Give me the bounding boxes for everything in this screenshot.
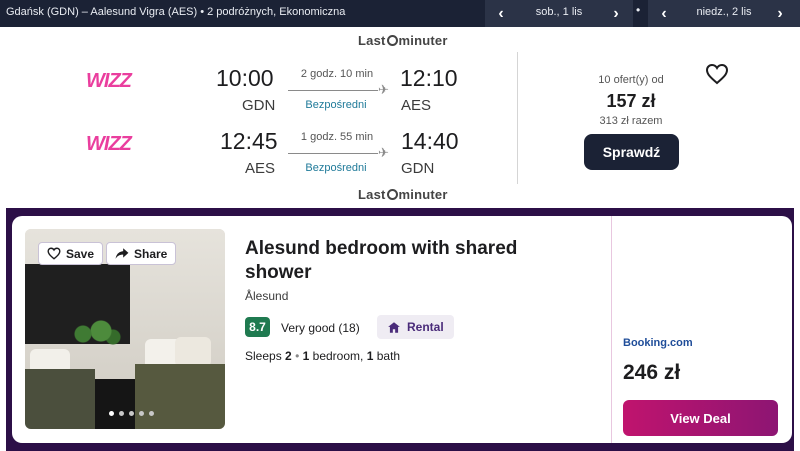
- house-icon: [388, 321, 400, 333]
- wizz-air-logo: WIZZ: [86, 70, 132, 92]
- inbound-route-line: [288, 153, 378, 154]
- flight-result-card[interactable]: Last minuter WIZZ 10:00 GDN 2 godz. 10 mi…: [0, 27, 800, 208]
- depart-prev-icon[interactable]: ‹: [487, 0, 515, 27]
- room-details: Sleeps 2 • 1 bedroom, 1 bath: [245, 349, 401, 363]
- route-summary[interactable]: Gdańsk (GDN) – Aalesund Vigra (AES) • 2 …: [6, 6, 345, 18]
- outbound-departure-time: 10:00: [216, 65, 274, 91]
- depart-date[interactable]: sob., 1 lis: [515, 6, 603, 18]
- heart-icon: [47, 247, 61, 260]
- search-summary-bar: Gdańsk (GDN) – Aalesund Vigra (AES) • 2 …: [0, 0, 800, 27]
- share-button[interactable]: Share: [106, 242, 177, 265]
- provider-logo: Booking.com: [623, 337, 693, 349]
- wizz-air-logo: WIZZ: [86, 133, 132, 155]
- inbound-departure-time: 12:45: [220, 128, 278, 154]
- inbound-arrival-time: 14:40: [401, 128, 459, 154]
- return-prev-icon[interactable]: ‹: [650, 0, 678, 27]
- date-separator: •: [636, 3, 641, 17]
- hotel-price: 246 zł: [623, 361, 681, 384]
- save-label: Save: [66, 246, 95, 261]
- property-type-label: Rental: [407, 320, 444, 334]
- plane-icon: ✈: [378, 145, 389, 160]
- heart-icon[interactable]: [705, 63, 729, 85]
- return-next-icon[interactable]: ›: [766, 0, 794, 27]
- hotel-title[interactable]: Alesund bedroom with shared shower: [245, 237, 585, 285]
- depart-next-icon[interactable]: ›: [602, 0, 630, 27]
- outbound-arrival-time: 12:10: [400, 65, 458, 91]
- share-label: Share: [134, 246, 168, 261]
- hotel-city: Ålesund: [245, 289, 289, 303]
- inbound-arrival-code: GDN: [401, 160, 435, 177]
- inbound-stops: Bezpośredni: [305, 162, 367, 174]
- outbound-duration: 2 godz. 10 min: [300, 68, 374, 80]
- hotel-result-card[interactable]: Save Share Alesund bedroom with shared s…: [12, 216, 792, 443]
- share-icon: [115, 248, 129, 259]
- divider: [517, 52, 518, 184]
- hotel-section: Save Share Alesund bedroom with shared s…: [0, 208, 800, 451]
- outbound-departure-code: GDN: [242, 97, 276, 114]
- outbound-route-line: [288, 90, 378, 91]
- plane-icon: ✈: [378, 82, 389, 97]
- flight-price: 157 zł: [606, 91, 656, 111]
- view-deal-button[interactable]: View Deal: [623, 400, 778, 436]
- property-type-badge: Rental: [377, 315, 454, 339]
- check-button[interactable]: Sprawdź: [584, 134, 679, 170]
- lastminuter-logo: Last minuter: [358, 33, 448, 48]
- offers-count: 10 ofert(y) od: [598, 74, 664, 86]
- lastminuter-logo: Last minuter: [358, 187, 448, 202]
- divider: [611, 216, 612, 443]
- inbound-duration: 1 godz. 55 min: [300, 131, 374, 143]
- return-date[interactable]: niedz., 2 lis: [680, 6, 768, 18]
- inbound-departure-code: AES: [245, 160, 276, 177]
- outbound-arrival-code: AES: [401, 97, 432, 114]
- rating-badge: 8.7: [245, 317, 270, 337]
- flight-total-price: 313 zł razem: [599, 115, 663, 127]
- photo-carousel-dots[interactable]: [109, 411, 154, 416]
- rating-text: Very good (18): [281, 321, 360, 335]
- save-button[interactable]: Save: [38, 242, 104, 265]
- outbound-stops: Bezpośredni: [305, 99, 367, 111]
